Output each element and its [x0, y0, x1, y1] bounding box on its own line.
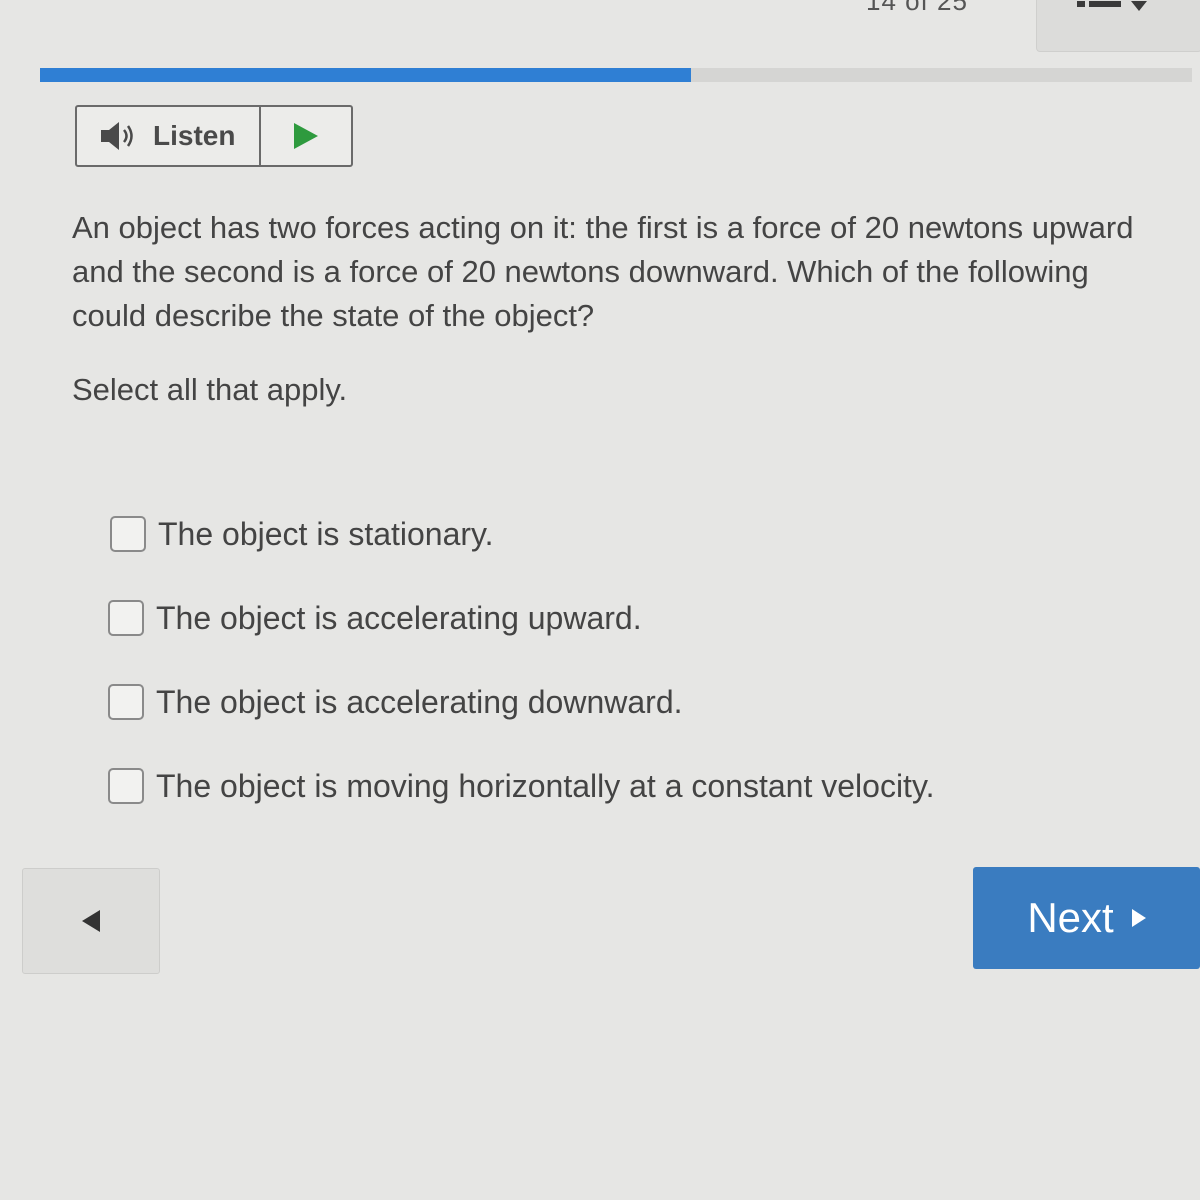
answer-checkbox[interactable]	[110, 516, 146, 552]
answer-option-label: The object is accelerating downward.	[156, 683, 683, 720]
previous-button[interactable]	[22, 868, 160, 974]
question-counter: 14 of 25	[866, 0, 968, 16]
next-button[interactable]: Next	[973, 867, 1200, 969]
answer-option[interactable]: The object is moving horizontally at a c…	[108, 744, 934, 828]
play-right-icon	[1131, 909, 1146, 927]
next-label: Next	[1027, 894, 1114, 941]
chevron-left-icon	[82, 910, 100, 932]
answer-option[interactable]: The object is accelerating downward.	[108, 660, 934, 744]
answer-options: The object is stationary. The object is …	[108, 492, 934, 828]
listen-button[interactable]: Listen	[77, 107, 261, 165]
play-icon	[294, 123, 318, 149]
speaker-icon	[101, 122, 133, 150]
progress-bar-fill	[40, 68, 691, 82]
question-instruction: Select all that apply.	[72, 372, 348, 407]
list-menu-icon-line	[1089, 1, 1121, 7]
progress-bar	[40, 68, 1192, 82]
answer-checkbox[interactable]	[108, 684, 144, 720]
question-text: An object has two forces acting on it: t…	[72, 210, 1134, 333]
answer-checkbox[interactable]	[108, 600, 144, 636]
chevron-down-icon	[1131, 1, 1147, 11]
listen-label: Listen	[153, 120, 236, 151]
answer-option[interactable]: The object is accelerating upward.	[108, 576, 934, 660]
answer-checkbox[interactable]	[108, 768, 144, 804]
answer-option-label: The object is accelerating upward.	[156, 599, 642, 636]
answer-option[interactable]: The object is stationary.	[110, 492, 934, 576]
listen-widget: Listen	[75, 105, 353, 167]
list-menu-icon-dot	[1077, 1, 1085, 7]
answer-option-label: The object is stationary.	[158, 515, 494, 552]
play-button[interactable]	[261, 107, 351, 165]
answer-option-label: The object is moving horizontally at a c…	[156, 767, 935, 804]
question-menu-button[interactable]	[1036, 0, 1200, 52]
